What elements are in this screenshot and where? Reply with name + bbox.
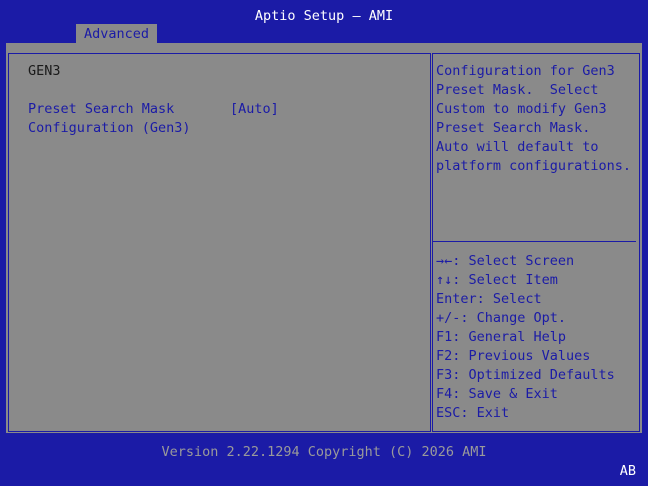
- corner-code: AB: [619, 463, 636, 479]
- help-line: platform configurations.: [436, 158, 632, 174]
- help-line: Preset Search Mask.: [436, 120, 591, 136]
- tab-advanced[interactable]: Advanced: [76, 24, 158, 44]
- key-hint-save-exit: F4: Save & Exit: [436, 386, 558, 402]
- key-hint-enter: Enter: Select: [436, 291, 542, 307]
- setting-value[interactable]: [Auto]: [230, 100, 279, 119]
- help-line: Auto will default to: [436, 139, 599, 155]
- key-hint-select-screen: →←: Select Screen: [436, 253, 575, 269]
- version-footer: Version 2.22.1294 Copyright (C) 2026 AMI: [161, 444, 487, 460]
- key-hint-select-item: ↑↓: Select Item: [436, 272, 558, 288]
- key-hint-esc-exit: ESC: Exit: [436, 405, 510, 421]
- key-hint-change-opt: +/-: Change Opt.: [436, 310, 567, 326]
- help-line: Configuration for Gen3: [436, 63, 615, 79]
- help-line: Custom to modify Gen3: [436, 101, 607, 117]
- key-hint-previous-values: F2: Previous Values: [436, 348, 591, 364]
- help-divider: [433, 241, 636, 242]
- section-title: GEN3: [28, 63, 61, 79]
- setting-label-line2[interactable]: Configuration (Gen3): [28, 119, 191, 138]
- key-hint-optimized-defaults: F3: Optimized Defaults: [436, 367, 615, 383]
- setting-label-line1[interactable]: Preset Search Mask: [28, 100, 174, 119]
- key-hint-general-help: F1: General Help: [436, 329, 567, 345]
- bios-screen: Aptio Setup – AMI Advanced GEN3 Preset S…: [0, 0, 648, 486]
- help-line: Preset Mask. Select: [436, 82, 599, 98]
